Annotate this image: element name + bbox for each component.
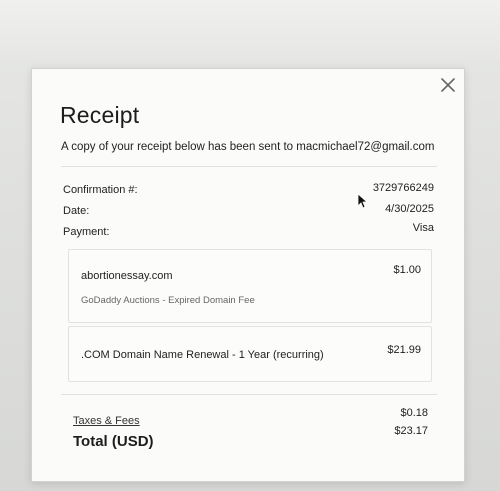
- date-value: 4/30/2025: [385, 203, 434, 215]
- line-item-price: $1.00: [393, 264, 421, 276]
- total-amount: $23.17: [394, 425, 428, 437]
- divider: [61, 394, 437, 395]
- taxes-fees-amount: $0.18: [400, 407, 428, 419]
- page-backdrop: [0, 0, 500, 60]
- divider: [61, 166, 437, 167]
- confirmation-number: 3729766249: [372, 182, 434, 194]
- line-item-description: GoDaddy Auctions - Expired Domain Fee: [81, 295, 255, 306]
- email-sent-note: A copy of your receipt below has been se…: [61, 141, 435, 153]
- total-label: Total (USD): [73, 433, 154, 450]
- line-item-name: abortionessay.com: [81, 270, 173, 282]
- payment-label: Payment:: [63, 226, 110, 238]
- confirmation-label: Confirmation #:: [63, 184, 138, 196]
- mouse-pointer-icon: [357, 193, 367, 209]
- close-button[interactable]: [439, 76, 457, 94]
- taxes-fees-link[interactable]: Taxes & Fees: [73, 415, 140, 427]
- receipt-dialog: Receipt A copy of your receipt below has…: [31, 68, 465, 482]
- close-icon: [441, 78, 455, 92]
- line-item-card: .COM Domain Name Renewal - 1 Year (recur…: [68, 326, 432, 382]
- line-item-card: abortionessay.com GoDaddy Auctions - Exp…: [68, 249, 432, 323]
- line-item-price: $21.99: [387, 344, 421, 356]
- line-item-name: .COM Domain Name Renewal - 1 Year (recur…: [81, 349, 324, 361]
- date-label: Date:: [63, 205, 90, 217]
- payment-value: Visa: [412, 222, 434, 234]
- receipt-title: Receipt: [60, 102, 140, 128]
